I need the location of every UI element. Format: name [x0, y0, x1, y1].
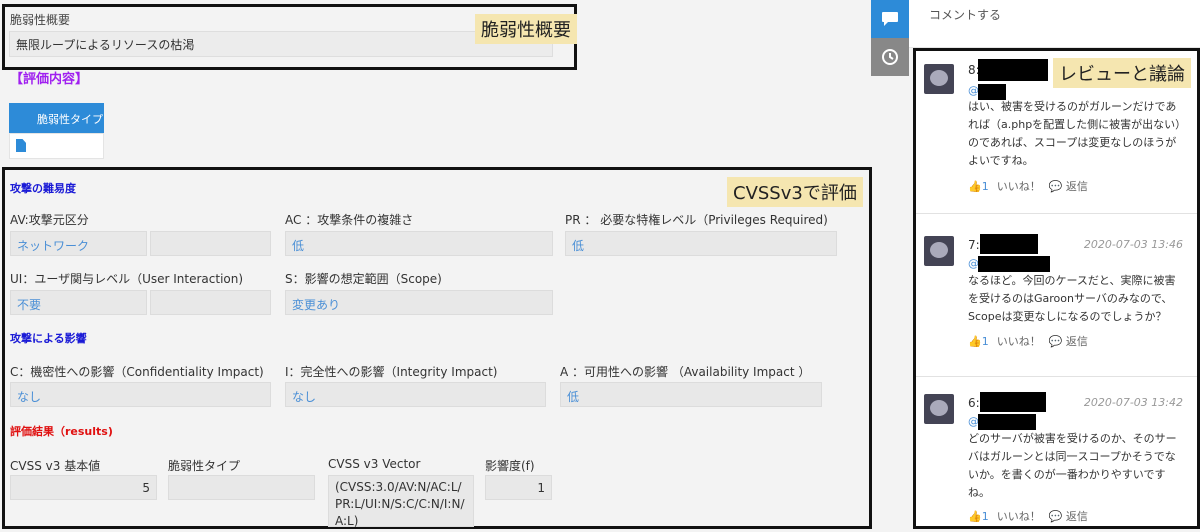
ac-label: AC ：攻撃条件の複雑さ: [285, 213, 414, 227]
ui-label: UI：ユーザ関与レベル（User Interaction): [10, 272, 244, 286]
comment-number: 7:: [968, 238, 980, 252]
comment-text: なるほど。今回のケースだと、実際に被害を受けるのはGaroonサーバのみなので、…: [968, 274, 1176, 323]
ui-value-field[interactable]: 不要: [10, 290, 147, 315]
reply-button[interactable]: 💬 返信: [1049, 508, 1088, 524]
divider: [916, 213, 1197, 214]
comment-actions: 👍1 いいね！ 💬 返信: [968, 178, 1088, 194]
cvss-evaluation-box: CVSSv3で評価 攻撃の難易度 AV:攻撃元区分 ネットワーク AC ：攻撃条…: [2, 167, 872, 529]
impact-label: 影響度(f): [485, 459, 535, 473]
like-label[interactable]: いいね！: [997, 178, 1041, 194]
redacted-name: [980, 234, 1038, 254]
comment-actions: 👍1 いいね！ 💬 返信: [968, 508, 1088, 524]
reply-label: 返信: [1065, 335, 1088, 348]
comment-time: 2020-07-03 13:42: [1083, 396, 1183, 409]
comment-icon[interactable]: [871, 0, 909, 38]
result-type-field[interactable]: [168, 475, 315, 500]
attack-impact-title: 攻撃による影響: [10, 332, 87, 345]
comment-text: はい、被害を受けるのがガルーンだけであれば（a.phpを配置した側に被害が出ない…: [968, 100, 1181, 167]
cvss-annotation: CVSSv3で評価: [727, 177, 863, 207]
scope-label: S：影響の想定範囲（Scope): [285, 272, 442, 286]
vuln-summary-box: 脆弱性概要 無限ループによるリソースの枯渇 脆弱性概要: [2, 4, 577, 70]
like-count: 1: [981, 334, 989, 348]
vuln-summary-field[interactable]: 無限ループによるリソースの枯渇: [9, 31, 553, 57]
reply-button[interactable]: 💬 返信: [1049, 333, 1088, 349]
summary-annotation: 脆弱性概要: [475, 14, 577, 44]
history-icon[interactable]: [871, 38, 909, 76]
reply-label: 返信: [1065, 510, 1088, 523]
i-value-field[interactable]: なし: [285, 382, 546, 407]
redacted-mention: [978, 256, 1050, 272]
redacted-mention: [978, 414, 1036, 430]
scope-value-field[interactable]: 変更あり: [285, 290, 553, 315]
divider: [916, 376, 1197, 377]
comment-button[interactable]: コメントする: [929, 6, 1001, 23]
comment-number: 6:: [968, 396, 980, 410]
like-button[interactable]: 👍1: [968, 180, 989, 193]
document-icon[interactable]: [16, 139, 26, 152]
c-label: C：機密性への影響（Confidentiality Impact): [10, 365, 264, 379]
redacted-name: [980, 392, 1046, 412]
ui-extra-field[interactable]: [150, 290, 271, 315]
avatar[interactable]: [924, 394, 954, 424]
i-label: I：完全性への影響（Integrity Impact): [285, 365, 498, 379]
comment-text: どのサーバが被害を受けるのか、そのサーバはガルーンとは同一スコープかそうでないか…: [968, 432, 1177, 499]
c-value-field[interactable]: なし: [10, 382, 271, 407]
avatar[interactable]: [924, 64, 954, 94]
like-label[interactable]: いいね！: [997, 333, 1041, 349]
like-label[interactable]: いいね！: [997, 508, 1041, 524]
a-value-field[interactable]: 低: [560, 382, 822, 407]
reply-label: 返信: [1065, 180, 1088, 193]
av-extra-field[interactable]: [150, 231, 271, 256]
av-label: AV:攻撃元区分: [10, 213, 89, 227]
like-count: 1: [981, 509, 989, 523]
base-score-field[interactable]: 5: [10, 475, 157, 500]
like-button[interactable]: 👍1: [968, 510, 989, 523]
avatar[interactable]: [924, 236, 954, 266]
evaluation-heading: 【評価内容】: [10, 72, 89, 87]
vuln-summary-label: 脆弱性概要: [10, 13, 71, 27]
review-annotation: レビューと議論: [1053, 58, 1191, 88]
comment-time: 2020-07-03 13:46: [1083, 238, 1183, 251]
result-type-label: 脆弱性タイプ: [168, 459, 241, 473]
redacted-name: [978, 59, 1048, 81]
vector-field[interactable]: (CVSS:3.0/AV:N/AC:L/PR:L/UI:N/S:C/C:N/I:…: [328, 475, 474, 528]
base-score-label: CVSS v3 基本値: [10, 459, 101, 473]
pr-label: PR ： 必要な特権レベル（Privileges Required): [565, 213, 828, 227]
attack-difficulty-title: 攻撃の難易度: [10, 182, 76, 195]
tab-vuln-type[interactable]: 脆弱性タイプ: [9, 103, 104, 133]
ac-value-field[interactable]: 低: [285, 231, 553, 256]
review-discussion-box: レビューと議論 8: @ はい、被害を受けるのがガルーンだけであれば（a.php…: [913, 48, 1200, 529]
impact-field[interactable]: 1: [485, 475, 552, 500]
vector-label: CVSS v3 Vector: [328, 457, 421, 471]
like-count: 1: [981, 179, 989, 193]
comment-actions: 👍1 いいね！ 💬 返信: [968, 333, 1088, 349]
pr-value-field[interactable]: 低: [565, 231, 837, 256]
reply-button[interactable]: 💬 返信: [1049, 178, 1088, 194]
like-button[interactable]: 👍1: [968, 335, 989, 348]
a-label: A ：可用性への影響 （Availability Impact ）: [560, 365, 811, 379]
vuln-type-panel: [9, 133, 104, 159]
results-title: 評価結果（results): [10, 425, 113, 438]
av-value-field[interactable]: ネットワーク: [10, 231, 147, 256]
